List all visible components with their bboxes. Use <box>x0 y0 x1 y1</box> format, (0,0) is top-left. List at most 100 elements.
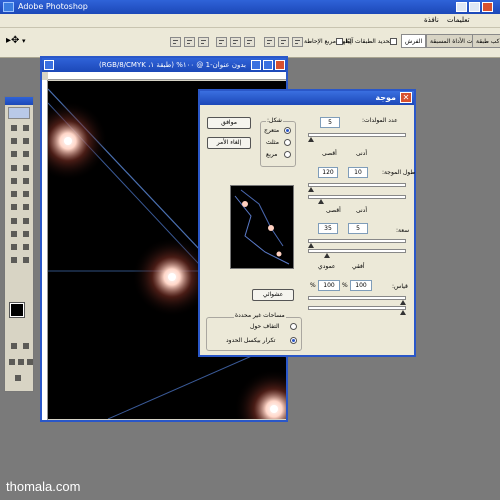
show-bounding-box-label: إظهار مربع الإحاطة <box>304 38 352 45</box>
palette-tab-brushes[interactable]: الفرش <box>401 34 427 48</box>
wavelength-min-input[interactable]: 10 <box>348 167 368 178</box>
amplitude-min-input[interactable]: 5 <box>348 223 368 234</box>
doc-close-icon[interactable] <box>275 60 285 70</box>
align-middle-icon[interactable] <box>184 37 195 47</box>
magic-wand-tool-icon[interactable] <box>21 136 31 146</box>
shape-tool-icon[interactable] <box>21 229 31 239</box>
standard-mode-icon[interactable] <box>9 341 19 351</box>
type-sine-label: متعرج <box>264 127 280 134</box>
close-icon[interactable] <box>482 2 493 12</box>
align-bottom-icon[interactable] <box>198 37 209 47</box>
cancel-button[interactable]: إلغاء الأمر <box>207 137 251 149</box>
foreground-color-swatch[interactable] <box>9 302 25 318</box>
chevron-down-icon[interactable]: ▾ <box>22 37 26 45</box>
menu-item-window[interactable]: نافذة <box>424 16 439 24</box>
palette-tab-layer-comps[interactable]: تراكب طبقة <box>472 34 500 48</box>
move-tool-icon[interactable] <box>9 123 19 133</box>
quick-mask-mode-icon[interactable] <box>21 341 31 351</box>
align-right-icon[interactable] <box>244 37 255 47</box>
dodge-tool-icon[interactable] <box>21 202 31 212</box>
type-triangle-label: مثلث <box>266 139 279 146</box>
toolbox <box>4 96 34 392</box>
repeat-edge-pixels-radio[interactable] <box>290 337 297 344</box>
align-top-icon[interactable] <box>170 37 181 47</box>
gradient-tool-icon[interactable] <box>21 189 31 199</box>
ok-button[interactable]: موافق <box>207 117 251 129</box>
wavelength-max-thumb[interactable] <box>318 199 324 204</box>
eraser-tool-icon[interactable] <box>9 189 19 199</box>
amplitude-min-thumb[interactable] <box>308 243 314 248</box>
distribute-middle-icon[interactable] <box>278 37 289 47</box>
amplitude-max-slider[interactable] <box>308 249 406 253</box>
healing-brush-tool-icon[interactable] <box>9 163 19 173</box>
menu-bar: تعليمات نافذة <box>0 14 500 28</box>
amplitude-min-slider[interactable] <box>308 239 406 243</box>
amplitude-max-input[interactable]: 35 <box>318 223 338 234</box>
screen-mode-standard-icon[interactable] <box>7 357 16 367</box>
eyedropper-tool-icon[interactable] <box>21 242 31 252</box>
align-center-icon[interactable] <box>230 37 241 47</box>
scale-vertical-slider[interactable] <box>308 306 406 310</box>
scale-horizontal-header: أفقي <box>352 263 365 270</box>
preview-pane[interactable] <box>230 185 294 269</box>
distribute-bottom-icon[interactable] <box>292 37 303 47</box>
scale-horizontal-input[interactable]: 100 <box>350 280 372 291</box>
amplitude-max-header: أقصى <box>326 207 341 214</box>
scale-vertical-thumb[interactable] <box>400 310 406 315</box>
doc-minimize-icon[interactable] <box>251 60 261 70</box>
move-tool-icon[interactable]: ▸✥ <box>6 35 19 46</box>
scale-horizontal-thumb[interactable] <box>400 300 406 305</box>
flare-glow <box>48 101 108 181</box>
screen-mode-full-menu-icon[interactable] <box>16 357 25 367</box>
scale-vertical-input[interactable]: 100 <box>318 280 340 291</box>
wavelength-min-slider[interactable] <box>308 183 406 187</box>
type-tool-icon[interactable] <box>21 216 31 226</box>
slice-tool-icon[interactable] <box>21 149 31 159</box>
crop-tool-icon[interactable] <box>9 149 19 159</box>
type-square-radio[interactable] <box>284 151 291 158</box>
type-sine-radio[interactable] <box>284 127 291 134</box>
maximize-icon[interactable] <box>469 2 480 12</box>
scale-vertical-header: عمودي <box>318 263 336 270</box>
wrap-around-label: التفاف حول <box>250 323 280 330</box>
screen-mode-full-icon[interactable] <box>25 357 34 367</box>
jump-to-imageready-icon[interactable] <box>13 373 27 383</box>
scale-horizontal-slider[interactable] <box>308 296 406 300</box>
pen-tool-icon[interactable] <box>9 229 19 239</box>
clone-stamp-tool-icon[interactable] <box>9 176 19 186</box>
auto-select-checkbox[interactable] <box>390 38 397 45</box>
generators-slider[interactable] <box>308 133 406 137</box>
distribute-top-icon[interactable] <box>264 37 275 47</box>
amplitude-max-thumb[interactable] <box>324 253 330 258</box>
wavelength-min-thumb[interactable] <box>308 187 314 192</box>
toolbox-header[interactable] <box>5 97 33 105</box>
type-triangle-radio[interactable] <box>284 139 291 146</box>
wavelength-max-header: أقصى <box>322 150 337 157</box>
show-bounding-box-checkbox[interactable] <box>336 38 343 45</box>
minimize-icon[interactable] <box>456 2 467 12</box>
type-square-label: مربع <box>266 151 278 158</box>
marquee-tool-icon[interactable] <box>21 123 31 133</box>
notes-tool-icon[interactable] <box>9 242 19 252</box>
menu-item-help[interactable]: تعليمات <box>447 16 470 24</box>
randomize-button[interactable]: عشوائي <box>252 289 294 301</box>
hand-tool-icon[interactable] <box>9 255 19 265</box>
wavelength-max-input[interactable]: 120 <box>318 167 338 178</box>
blur-tool-icon[interactable] <box>9 202 19 212</box>
generators-slider-thumb[interactable] <box>308 137 314 142</box>
feather-logo-icon[interactable] <box>8 107 30 119</box>
wrap-around-radio[interactable] <box>290 323 297 330</box>
brush-tool-icon[interactable] <box>21 163 31 173</box>
scale-vertical-unit: % <box>310 282 316 289</box>
history-brush-tool-icon[interactable] <box>21 176 31 186</box>
flare-core <box>270 405 278 413</box>
doc-app-icon[interactable] <box>44 60 54 70</box>
horizontal-ruler <box>48 72 286 80</box>
generators-input[interactable]: 5 <box>320 117 340 128</box>
close-icon[interactable]: ✕ <box>400 92 412 103</box>
zoom-tool-icon[interactable] <box>21 255 31 265</box>
path-selection-tool-icon[interactable] <box>9 216 19 226</box>
lasso-tool-icon[interactable] <box>9 136 19 146</box>
doc-maximize-icon[interactable] <box>263 60 273 70</box>
align-left-icon[interactable] <box>216 37 227 47</box>
